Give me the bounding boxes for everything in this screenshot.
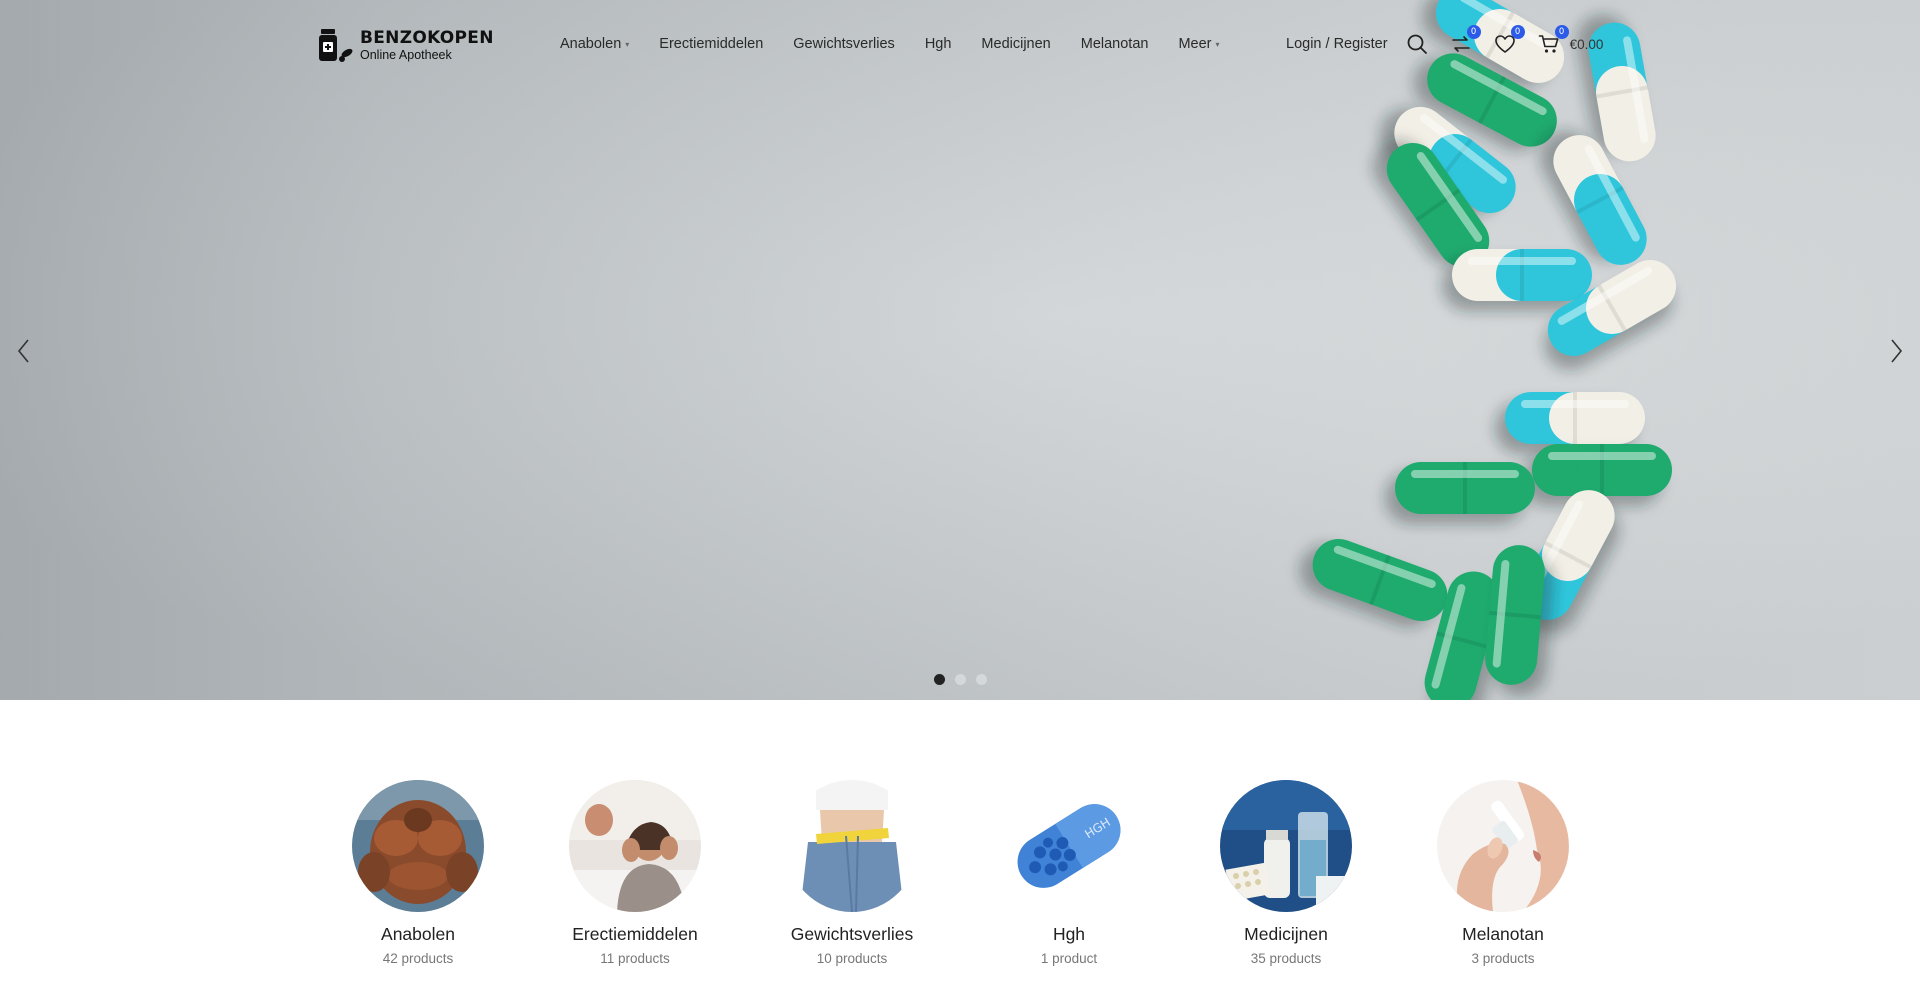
login-register-link[interactable]: Login / Register bbox=[1286, 36, 1388, 52]
category-gewichtsverlies[interactable]: Gewichtsverlies 10 products bbox=[757, 780, 947, 966]
cart-count-badge: 0 bbox=[1554, 25, 1569, 39]
chevron-down-icon: ▾ bbox=[1215, 39, 1220, 49]
category-count: 42 products bbox=[382, 951, 454, 966]
chevron-down-icon: ▾ bbox=[625, 39, 630, 49]
nav-item-meer[interactable]: Meer ▾ bbox=[1178, 36, 1219, 52]
nav-label: Gewichtsverlies bbox=[793, 36, 895, 52]
site-header: BENZOKOPEN Online Apotheek Anabolen ▾ Er… bbox=[0, 0, 1920, 88]
brand-name: BENZOKOPEN bbox=[360, 28, 494, 49]
category-erectiemiddelen[interactable]: Erectiemiddelen 11 products bbox=[540, 780, 730, 966]
nav-item-hgh[interactable]: Hgh bbox=[925, 36, 952, 52]
category-count: 1 product bbox=[1040, 951, 1098, 966]
brand-logo[interactable]: BENZOKOPEN Online Apotheek bbox=[316, 26, 516, 66]
nav-label: Melanotan bbox=[1080, 36, 1149, 52]
category-name: Hgh bbox=[1052, 924, 1086, 944]
nav-item-anabolen[interactable]: Anabolen ▾ bbox=[560, 36, 629, 52]
category-count: 35 products bbox=[1250, 951, 1322, 966]
category-image: HGH bbox=[1003, 780, 1135, 912]
category-count: 11 products bbox=[600, 951, 670, 966]
slider-dot[interactable] bbox=[955, 674, 966, 685]
chevron-left-icon bbox=[17, 339, 29, 363]
chevron-right-icon bbox=[1891, 339, 1903, 363]
nav-item-medicijnen[interactable]: Medicijnen bbox=[981, 36, 1050, 52]
category-image bbox=[786, 780, 918, 912]
category-image bbox=[1220, 780, 1352, 912]
hero-slider bbox=[0, 0, 1920, 700]
slider-dot[interactable] bbox=[976, 674, 987, 685]
main-nav: Anabolen ▾ Erectiemiddelen Gewichtsverli… bbox=[560, 32, 1250, 56]
category-image bbox=[569, 780, 701, 912]
cart-icon[interactable]: 0 bbox=[1538, 25, 1569, 55]
capsule-pill bbox=[1442, 249, 1592, 311]
category-name: Melanotan bbox=[1462, 924, 1544, 944]
category-name: Anabolen bbox=[381, 924, 455, 944]
nav-item-erectiemiddelen[interactable]: Erectiemiddelen bbox=[659, 36, 763, 52]
search-icon[interactable] bbox=[1406, 33, 1428, 55]
category-image bbox=[352, 780, 484, 912]
nav-label: Hgh bbox=[924, 36, 952, 52]
category-count: 10 products bbox=[816, 951, 888, 966]
slider-prev-button[interactable] bbox=[12, 336, 36, 366]
category-medicijnen[interactable]: Medicijnen 35 products bbox=[1191, 780, 1381, 966]
category-anabolen[interactable]: Anabolen 42 products bbox=[323, 780, 513, 966]
nav-label: Erectiemiddelen bbox=[659, 36, 764, 52]
category-count: 3 products bbox=[1471, 951, 1535, 966]
capsule-pill bbox=[1385, 462, 1535, 524]
category-hgh[interactable]: HGH Hgh 1 product bbox=[974, 780, 1164, 966]
nav-label: Meer bbox=[1178, 36, 1212, 52]
nav-label: Medicijnen bbox=[981, 36, 1051, 52]
hero-pills-image bbox=[1299, 0, 1677, 700]
nav-item-gewichtsverlies[interactable]: Gewichtsverlies bbox=[793, 36, 895, 52]
slider-dot[interactable] bbox=[934, 674, 945, 685]
category-list: Anabolen 42 products Erectiemiddelen 11 … bbox=[0, 780, 1920, 993]
pill-bottle-icon bbox=[316, 26, 356, 66]
nav-label: Anabolen bbox=[560, 36, 622, 52]
nav-item-melanotan[interactable]: Melanotan bbox=[1081, 36, 1149, 52]
slider-next-button[interactable] bbox=[1884, 336, 1908, 366]
slider-pagination bbox=[934, 674, 997, 685]
compare-count-badge: 0 bbox=[1466, 25, 1481, 39]
category-name: Medicijnen bbox=[1244, 924, 1328, 944]
category-name: Erectiemiddelen bbox=[572, 924, 698, 944]
capsule-pill bbox=[1299, 538, 1448, 628]
compare-icon[interactable]: 0 bbox=[1450, 25, 1481, 55]
wishlist-count-badge: 0 bbox=[1510, 25, 1525, 39]
category-name: Gewichtsverlies bbox=[790, 924, 914, 944]
cart-total[interactable]: €0.00 bbox=[1570, 37, 1604, 52]
capsule-pill bbox=[1485, 545, 1554, 696]
header-actions: Login / Register 0 0 0 €0.00 bbox=[1286, 25, 1604, 62]
category-melanotan[interactable]: Melanotan 3 products bbox=[1408, 780, 1598, 966]
heart-icon[interactable]: 0 bbox=[1494, 25, 1525, 55]
category-image bbox=[1437, 780, 1569, 912]
brand-tagline: Online Apotheek bbox=[360, 48, 452, 63]
